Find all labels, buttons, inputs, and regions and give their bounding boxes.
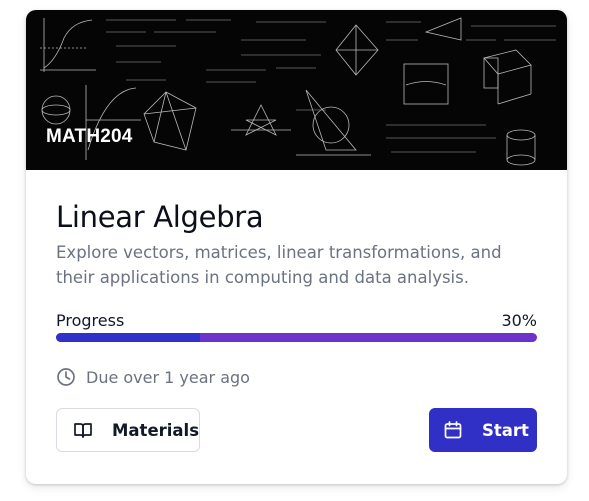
progress-bar-fill	[56, 333, 201, 342]
start-button[interactable]: Start	[429, 408, 537, 452]
course-card: MATH204 Linear Algebra Explore vectors, …	[26, 10, 567, 484]
calendar-icon	[443, 420, 463, 440]
due-date: Due over 1 year ago	[56, 366, 250, 388]
course-banner-image: MATH204	[26, 10, 567, 170]
course-description: Explore vectors, matrices, linear transf…	[56, 243, 502, 287]
clock-icon	[56, 367, 76, 387]
start-button-label: Start	[482, 420, 529, 440]
progress-label: Progress	[56, 311, 125, 330]
book-open-icon	[73, 420, 93, 440]
materials-button-label: Materials	[112, 420, 200, 440]
course-code: MATH204	[46, 126, 133, 147]
due-date-text: Due over 1 year ago	[86, 367, 250, 387]
materials-button[interactable]: Materials	[56, 408, 200, 452]
course-title: Linear Algebra	[56, 200, 264, 234]
progress-bar	[56, 333, 537, 342]
progress-value: 30%	[501, 311, 537, 330]
